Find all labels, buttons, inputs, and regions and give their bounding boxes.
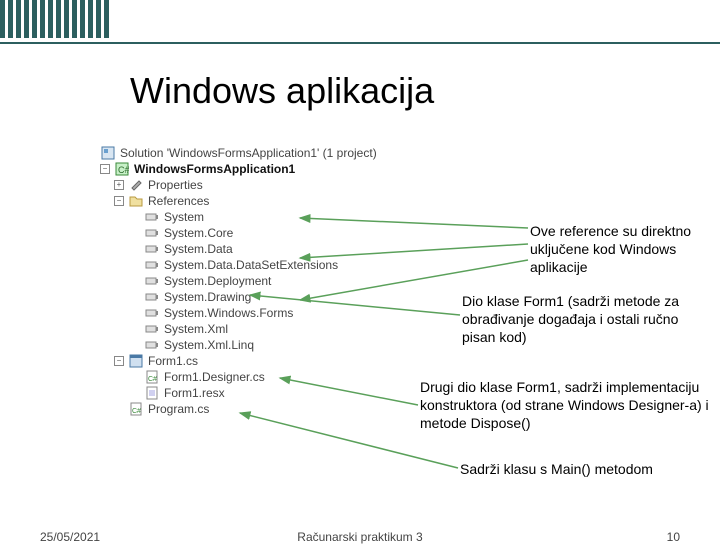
tree-ref-row: System.Drawing xyxy=(100,289,377,305)
footer-page: 10 xyxy=(667,530,680,544)
tree-label: WindowsFormsApplication1 xyxy=(134,162,295,176)
svg-text:C#: C# xyxy=(148,376,157,383)
expander-icon: − xyxy=(100,164,110,174)
tree-label: Properties xyxy=(148,178,203,192)
reference-icon xyxy=(144,242,160,256)
tree-properties-row: + Properties xyxy=(100,177,377,193)
annotation-designer: Drugi dio klase Form1, sadrži implementa… xyxy=(420,378,710,433)
form-icon xyxy=(128,354,144,368)
tree-label: System.Xml xyxy=(164,322,228,336)
tree-label: System.Xml.Linq xyxy=(164,338,254,352)
wrench-icon xyxy=(128,178,144,192)
expander-icon: − xyxy=(114,356,124,366)
tree-label: System.Drawing xyxy=(164,290,251,304)
solution-explorer-tree: Solution 'WindowsFormsApplication1' (1 p… xyxy=(100,145,377,417)
tree-ref-row: System.Core xyxy=(100,225,377,241)
tree-label: Solution 'WindowsFormsApplication1' (1 p… xyxy=(120,146,377,160)
tree-label: System.Deployment xyxy=(164,274,271,288)
tree-ref-row: System.Xml xyxy=(100,321,377,337)
tree-label: System.Windows.Forms xyxy=(164,306,293,320)
resx-icon xyxy=(144,386,160,400)
expander-icon: − xyxy=(114,196,124,206)
decorative-bars xyxy=(0,0,112,38)
folder-icon xyxy=(128,194,144,208)
reference-icon xyxy=(144,306,160,320)
cs-file-icon: C# xyxy=(128,402,144,416)
reference-icon xyxy=(144,258,160,272)
reference-icon xyxy=(144,338,160,352)
reference-icon xyxy=(144,274,160,288)
tree-label: System xyxy=(164,210,204,224)
tree-label: Program.cs xyxy=(148,402,209,416)
tree-label: Form1.cs xyxy=(148,354,198,368)
tree-designer-row: C# Form1.Designer.cs xyxy=(100,369,377,385)
tree-ref-row: System.Xml.Linq xyxy=(100,337,377,353)
tree-form-row: − Form1.cs xyxy=(100,353,377,369)
slide-title: Windows aplikacija xyxy=(130,70,434,112)
tree-program-row: C# Program.cs xyxy=(100,401,377,417)
tree-label: References xyxy=(148,194,209,208)
svg-text:C#: C# xyxy=(132,408,141,415)
annotation-references: Ove reference su direktno uključene kod … xyxy=(530,222,700,277)
tree-label: System.Core xyxy=(164,226,233,240)
tree-ref-row: System.Data xyxy=(100,241,377,257)
tree-resx-row: Form1.resx xyxy=(100,385,377,401)
title-rule xyxy=(0,42,720,44)
tree-label: System.Data.DataSetExtensions xyxy=(164,258,338,272)
tree-ref-row: System.Windows.Forms xyxy=(100,305,377,321)
tree-project-row: − C# WindowsFormsApplication1 xyxy=(100,161,377,177)
reference-icon xyxy=(144,226,160,240)
annotation-form1: Dio klase Form1 (sadrži metode za obrađi… xyxy=(462,292,702,347)
annotation-program: Sadrži klasu s Main() metodom xyxy=(460,460,710,478)
expander-icon: + xyxy=(114,180,124,190)
footer-title: Računarski praktikum 3 xyxy=(0,530,720,544)
tree-references-row: − References xyxy=(100,193,377,209)
svg-text:C#: C# xyxy=(118,165,129,175)
solution-icon xyxy=(100,146,116,160)
reference-icon xyxy=(144,210,160,224)
cs-file-icon: C# xyxy=(144,370,160,384)
tree-ref-row: System.Deployment xyxy=(100,273,377,289)
reference-icon xyxy=(144,290,160,304)
tree-label: Form1.Designer.cs xyxy=(164,370,265,384)
tree-ref-row: System xyxy=(100,209,377,225)
reference-icon xyxy=(144,322,160,336)
tree-ref-row: System.Data.DataSetExtensions xyxy=(100,257,377,273)
csproj-icon: C# xyxy=(114,162,130,176)
tree-label: Form1.resx xyxy=(164,386,225,400)
tree-label: System.Data xyxy=(164,242,233,256)
tree-solution-row: Solution 'WindowsFormsApplication1' (1 p… xyxy=(100,145,377,161)
